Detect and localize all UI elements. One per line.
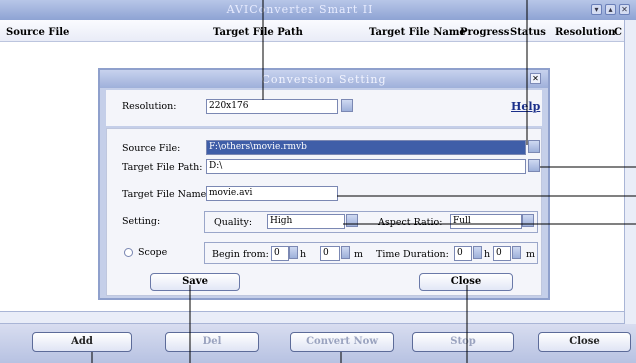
callout-lines [91,0,636,363]
